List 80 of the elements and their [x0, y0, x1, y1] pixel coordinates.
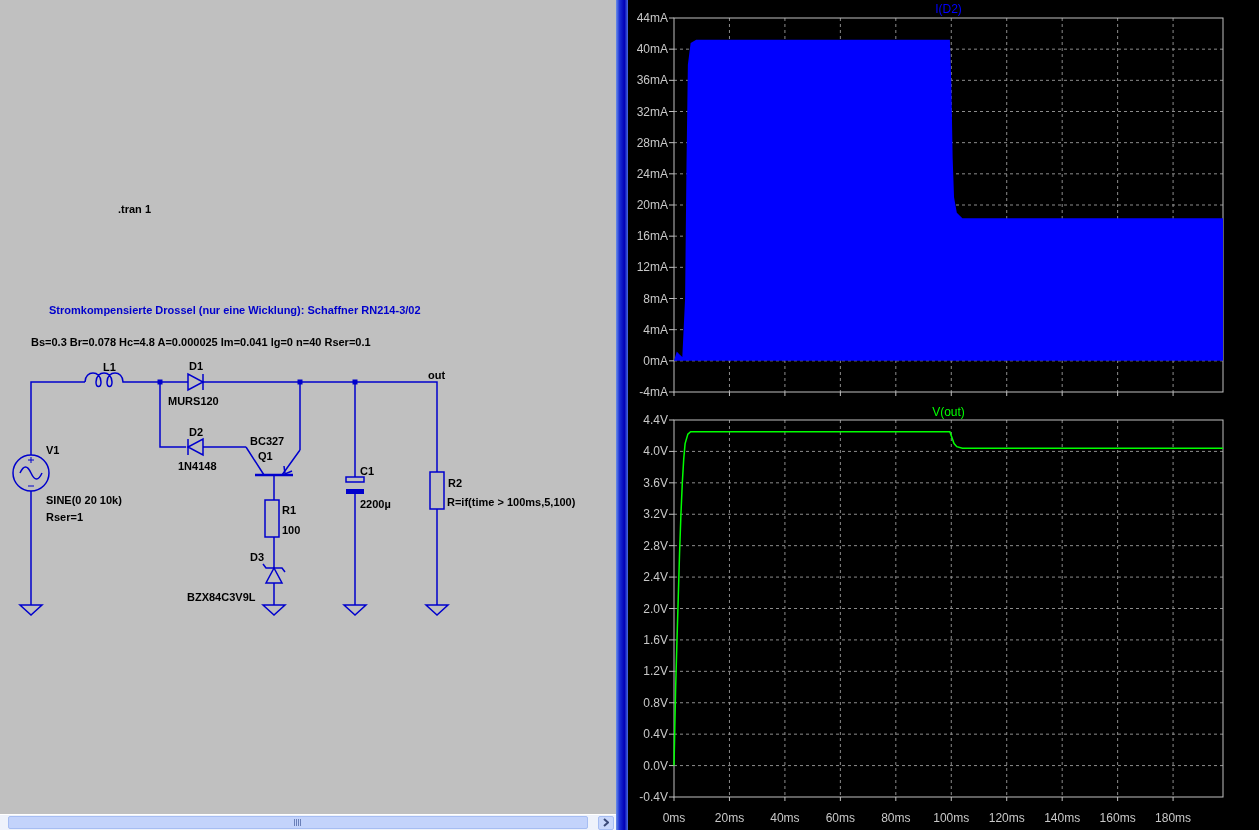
component-value: 2200µ — [360, 498, 391, 510]
resistor-symbol[interactable] — [264, 499, 280, 538]
axis-tick-label: 180ms — [1155, 811, 1192, 825]
component-value: 1N4148 — [178, 460, 217, 472]
grip-icon — [294, 819, 302, 826]
resistor-symbol[interactable] — [429, 471, 445, 510]
pane-splitter[interactable] — [616, 0, 628, 830]
axis-tick-label: 36mA — [636, 73, 668, 88]
component-label: Q1 — [258, 450, 273, 462]
axis-tick-label: 3.2V — [643, 507, 668, 522]
component-value: 100 — [282, 524, 301, 536]
chevron-right-icon — [603, 818, 609, 827]
schematic-comment: Stromkompensierte Drossel (nur eine Wicklung): Schaffner RN214-3/02 — [49, 304, 421, 316]
scrollbar-thumb[interactable] — [8, 816, 588, 829]
component-value: BZX84C3V9L — [187, 591, 256, 603]
axis-tick-label: 2.4V — [643, 570, 668, 585]
axis-tick-label: 0mA — [643, 353, 668, 368]
axis-tick-label: 1.2V — [643, 664, 668, 679]
axis-tick-label: 20ms — [714, 811, 745, 825]
wire — [273, 582, 275, 606]
component-value: SINE(0 20 10k) — [46, 494, 122, 506]
axis-tick-label: 0ms — [662, 811, 686, 825]
ground-symbol — [424, 604, 450, 616]
component-value: BC327 — [250, 435, 285, 447]
component-value: MURS120 — [168, 395, 219, 407]
component-label: V1 — [46, 444, 60, 456]
component-label: D2 — [189, 426, 204, 438]
axis-tick-label: 140ms — [1044, 811, 1081, 825]
axis-tick-label: 4.4V — [643, 413, 668, 427]
zener-diode-symbol[interactable] — [262, 563, 286, 584]
axis-tick-label: 4.0V — [643, 444, 668, 459]
axis-tick-label: 20mA — [636, 198, 668, 212]
axis-tick-label: 44mA — [636, 11, 668, 25]
inductor-symbol[interactable] — [84, 372, 136, 388]
component-label: L1 — [103, 361, 116, 373]
axis-tick-label: 160ms — [1099, 811, 1136, 825]
component-label: R2 — [448, 477, 463, 489]
trace-name[interactable]: V(out) — [932, 405, 965, 419]
net-label: out — [428, 369, 446, 381]
axis-tick-label: 0.8V — [643, 695, 668, 710]
inductor-parameters: Bs=0.3 Br=0.078 Hc=4.8 A=0.000025 Im=0.041 lg=0 n=40 Rser=0.1 — [31, 336, 371, 348]
component-label: C1 — [360, 465, 375, 477]
axis-tick-label: 12mA — [636, 260, 668, 275]
component-value: Rser=1 — [46, 511, 83, 523]
axis-tick-label: 2.0V — [643, 601, 668, 616]
axis-tick-label: 4mA — [643, 322, 668, 337]
wire — [273, 536, 275, 569]
axis-tick-label: 0.4V — [643, 727, 668, 742]
axis-tick-label: 32mA — [636, 104, 668, 119]
ground-symbol — [261, 604, 287, 616]
transistor-symbol[interactable] — [245, 446, 301, 483]
axis-tick-label: 0.0V — [643, 758, 668, 773]
axis-tick-label: 40ms — [770, 811, 800, 825]
ground-symbol — [18, 604, 44, 616]
axis-tick-label: 80ms — [881, 811, 911, 825]
axis-tick-label: 100ms — [933, 811, 970, 825]
voltage-source-symbol[interactable] — [12, 454, 50, 492]
axis-tick-label: 28mA — [636, 135, 668, 150]
axis-tick-label: 8mA — [643, 291, 668, 306]
axis-tick-label: 1.6V — [643, 632, 668, 647]
axis-tick-label: 2.8V — [643, 538, 668, 553]
ground-symbol — [342, 604, 368, 616]
spice-directive: .tran 1 — [118, 203, 151, 215]
scroll-right-button[interactable] — [598, 815, 614, 830]
component-value: R=if(time > 100ms,5,100) — [447, 496, 576, 508]
axis-tick-label: -4mA — [639, 385, 668, 399]
wire — [273, 481, 275, 501]
axis-tick-label: -0.4V — [639, 790, 668, 804]
axis-tick-label: 3.6V — [643, 475, 668, 490]
axis-tick-label: 24mA — [636, 166, 668, 181]
diode-symbol[interactable] — [186, 437, 204, 457]
axis-tick-label: 120ms — [988, 811, 1025, 825]
component-label: R1 — [282, 504, 297, 516]
capacitor-symbol[interactable] — [345, 476, 365, 494]
component-label: D1 — [189, 360, 204, 372]
component-label: D3 — [250, 551, 265, 563]
axis-tick-label: 60ms — [825, 811, 856, 825]
diode-symbol[interactable] — [187, 372, 205, 392]
axis-tick-label: 16mA — [636, 229, 668, 244]
axis-tick-label: 40mA — [636, 42, 668, 57]
